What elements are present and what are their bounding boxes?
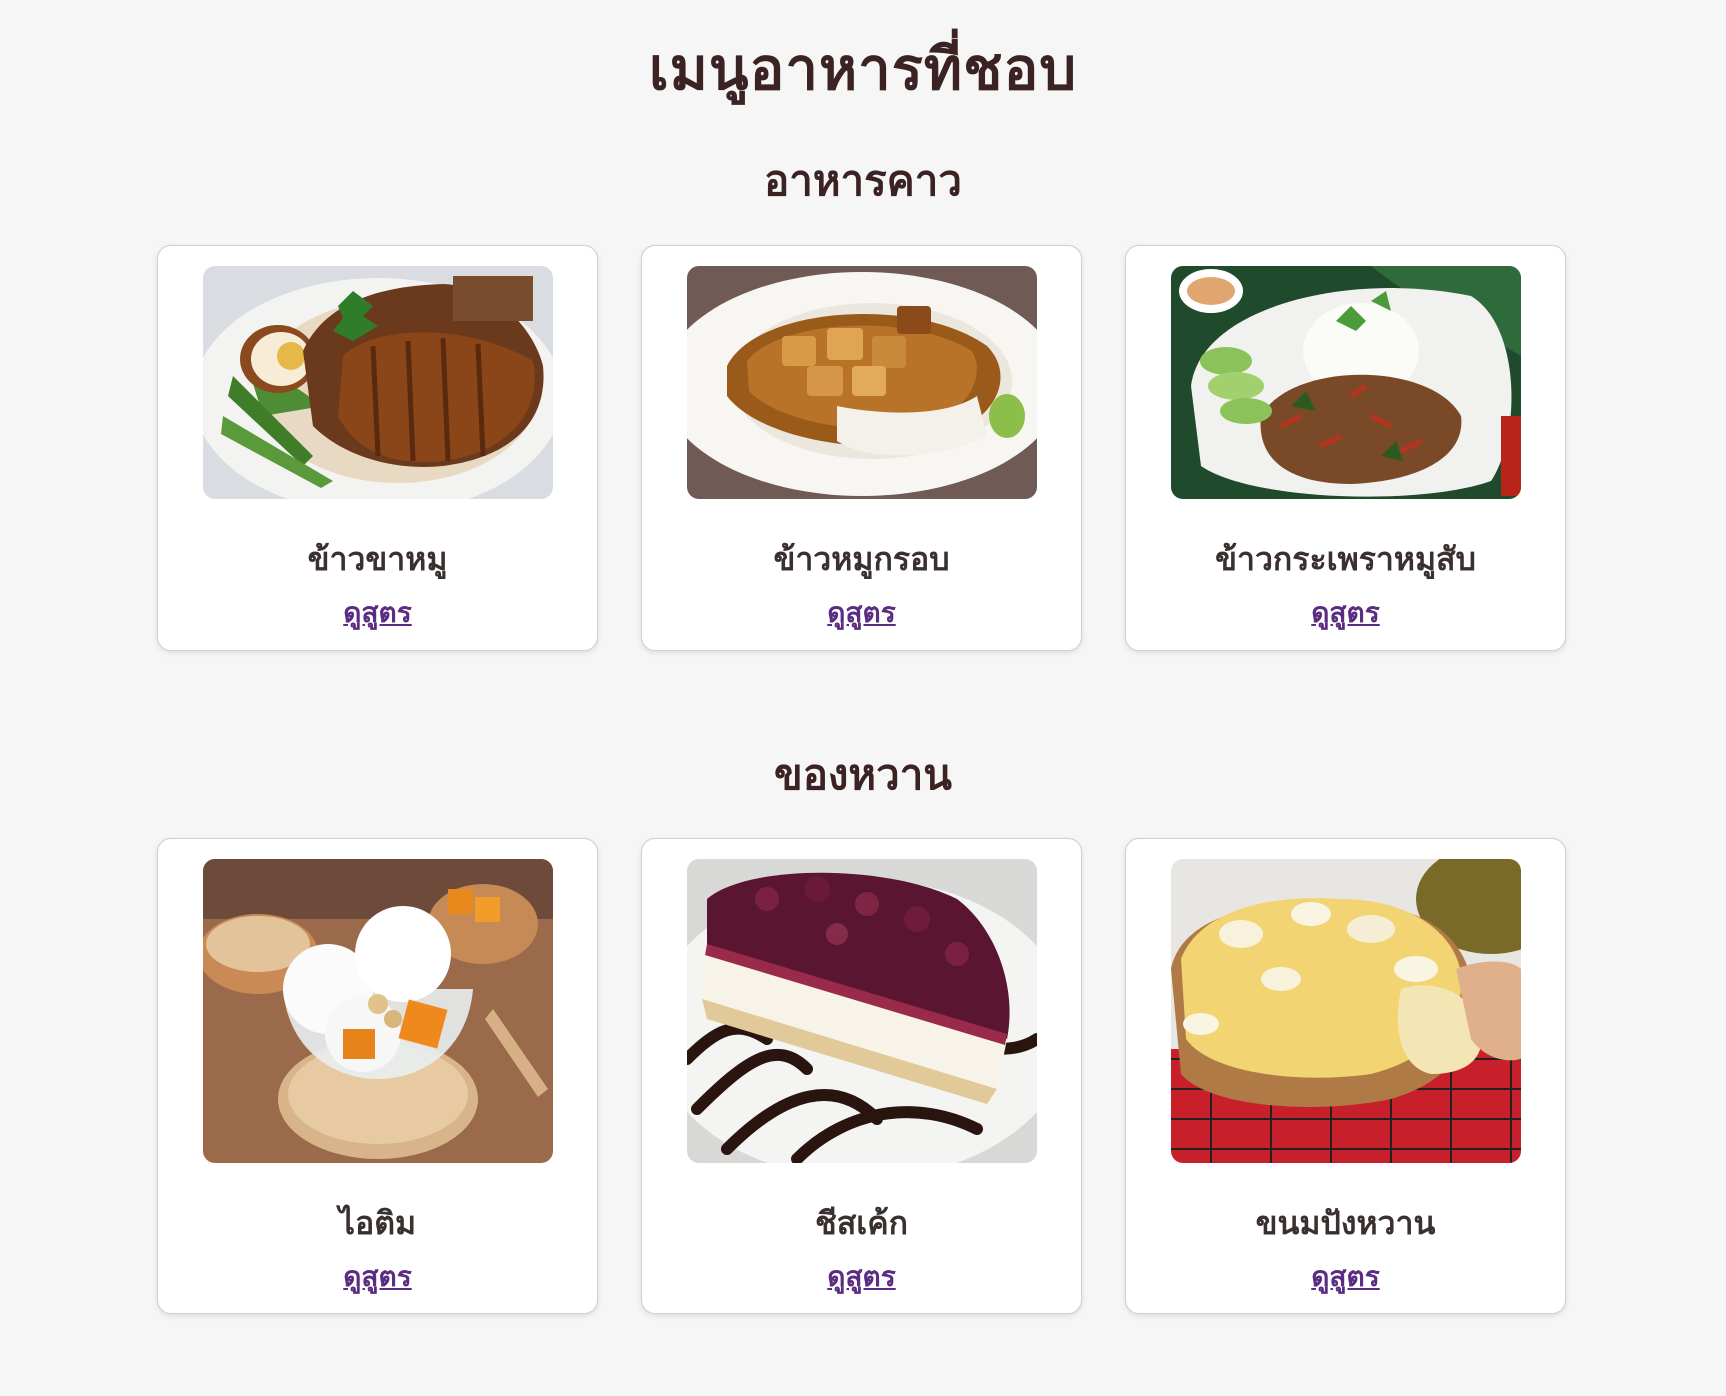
dish-name: ข้าวขาหมู [307,540,448,578]
section-title-dessert: ของหวาน [773,750,952,799]
menu-card: ไอติม ดูสูตร [157,838,598,1314]
menu-card: ข้าวขาหมู ดูสูตร [157,245,598,651]
section-title-savory: อาหารคาว [764,156,962,205]
page-title: เมนูอาหารที่ชอบ [648,35,1078,103]
view-recipe-link[interactable]: ดูสูตร [1126,1255,1565,1299]
basil-minced-pork-rice-photo [1171,266,1521,499]
crispy-pork-rice-photo [687,266,1037,499]
menu-card: ชีสเค้ก ดูสูตร [641,838,1082,1314]
dish-name: ข้าวกระเพราหมูสับ [1215,540,1476,578]
dish-name: ข้าวหมูกรอบ [773,540,950,578]
braised-pork-leg-rice-photo [203,266,553,499]
view-recipe-link[interactable]: ดูสูตร [1126,591,1565,635]
dish-name: ไอติม [338,1204,417,1242]
dish-name: ขนมปังหวาน [1255,1204,1436,1242]
cheesecake-photo [687,859,1037,1163]
menu-card: ขนมปังหวาน ดูสูตร [1125,838,1566,1314]
dish-name: ชีสเค้ก [815,1204,908,1242]
durian-sweet-bread-photo [1171,859,1521,1163]
view-recipe-link[interactable]: ดูสูตร [158,1255,597,1299]
menu-card: ข้าวหมูกรอบ ดูสูตร [641,245,1082,651]
menu-card: ข้าวกระเพราหมูสับ ดูสูตร [1125,245,1566,651]
ice-cream-photo [203,859,553,1163]
view-recipe-link[interactable]: ดูสูตร [158,591,597,635]
view-recipe-link[interactable]: ดูสูตร [642,591,1081,635]
view-recipe-link[interactable]: ดูสูตร [642,1255,1081,1299]
